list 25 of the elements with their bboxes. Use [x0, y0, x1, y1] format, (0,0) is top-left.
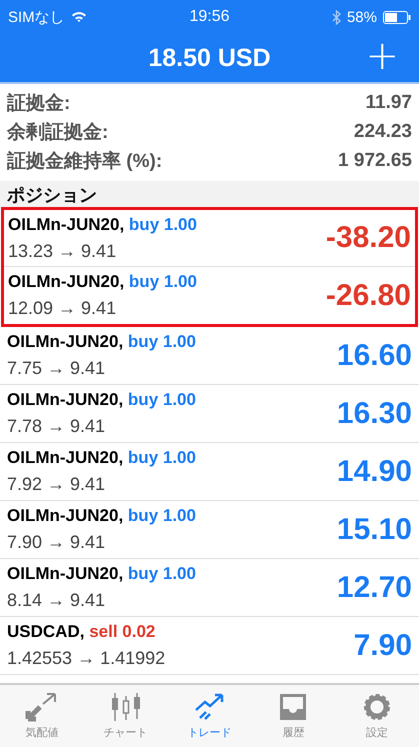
position-row[interactable]: OILMn-JUN20, buy 1.00 7.75 → 9.41 16.60: [0, 327, 419, 385]
arrows-icon: [24, 692, 59, 722]
carrier-name: SIMなし: [8, 8, 65, 26]
summary-value: 11.97: [366, 92, 412, 114]
position-row[interactable]: OILMn-JUN20, buy 1.00 8.14 → 9.41 12.70: [0, 559, 419, 617]
position-row[interactable]: OILMn-JUN20, buy 1.00 7.90 → 9.41 15.10: [0, 501, 419, 559]
wifi-icon: [70, 11, 87, 23]
position-row[interactable]: OILMn-JUN20, buy 1.00 13.23 → 9.41 -38.20: [4, 210, 415, 267]
tab[interactable]: トレード: [174, 692, 244, 740]
status-time: 19:56: [189, 8, 230, 26]
bluetooth-icon: [332, 10, 341, 24]
balance-title: 18.50 USD: [148, 44, 271, 72]
position-row[interactable]: OILMn-JUN20, buy 1.00 7.92 → 9.41 14.90: [0, 443, 419, 501]
position-row[interactable]: OILMn-JUN20, buy 1.00 12.09 → 9.41 -26.80: [4, 267, 415, 324]
summary-label: 証拠金維持率 (%):: [7, 150, 162, 174]
summary-value: 224.23: [354, 120, 412, 142]
battery-percent: 58%: [346, 8, 377, 26]
summary-value: 1 972.65: [338, 150, 412, 172]
section-header: ポジション: [0, 181, 419, 207]
summary-label: 証拠金:: [7, 92, 70, 116]
battery-icon: [383, 10, 411, 24]
summary-label: 余剰証拠金:: [7, 120, 108, 144]
position-row[interactable]: OILMn-JUN20, buy 1.00 7.78 → 9.41 16.30: [0, 385, 419, 443]
position-row[interactable]: USDCAD, sell 0.02 1.42553 → 1.41992 7.90: [0, 617, 419, 675]
add-button[interactable]: +: [359, 36, 405, 76]
